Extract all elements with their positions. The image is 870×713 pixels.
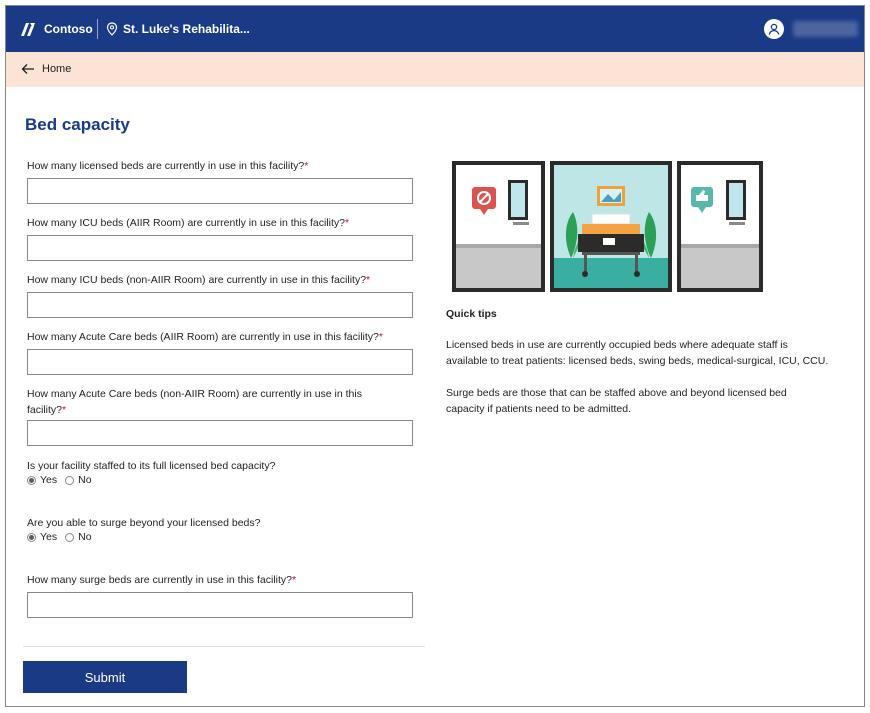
header-divider (97, 19, 98, 39)
acute-aiir-beds-input[interactable] (27, 349, 413, 375)
back-arrow-icon (21, 64, 34, 74)
question-text: How many ICU beds (AIIR Room) are curren… (27, 217, 346, 229)
question-text-line2: facility? (27, 404, 63, 416)
staffed-no-radio[interactable] (65, 475, 75, 485)
user-avatar-icon[interactable] (764, 19, 784, 39)
required-marker: * (304, 160, 309, 172)
app-frame: Contoso St. Luke's Rehabilita... Home Be… (5, 5, 865, 707)
facility-name: St. Luke's Rehabilita... (123, 22, 250, 36)
question-text: How many ICU beds (non-AIIR Room) are cu… (27, 274, 367, 286)
licensed-beds-input[interactable] (27, 178, 413, 204)
required-marker: * (345, 217, 350, 229)
question-icu-non-aiir: How many ICU beds (non-AIIR Room) are cu… (27, 272, 407, 288)
home-label: Home (42, 63, 72, 75)
tip-line: available to treat patients: licensed be… (446, 355, 829, 367)
back-home-link[interactable]: Home (21, 62, 71, 76)
question-surge-able: Are you able to surge beyond your licens… (27, 517, 261, 529)
radio-label-no: No (78, 531, 92, 543)
acute-non-aiir-beds-input[interactable] (27, 420, 413, 446)
question-icu-aiir: How many ICU beds (AIIR Room) are curren… (27, 215, 407, 231)
question-acute-non-aiir: How many Acute Care beds (non-AIIR Room)… (27, 386, 407, 418)
nav-bar: Home (6, 52, 864, 87)
form-divider (23, 646, 425, 647)
required-marker: * (366, 274, 371, 286)
tip-line: Licensed beds in use are currently occup… (446, 339, 788, 351)
radio-selected-dot (29, 534, 34, 540)
icu-non-aiir-beds-input[interactable] (27, 292, 413, 318)
question-staffed: Is your facility staffed to its full lic… (27, 460, 276, 472)
surge-beds-input[interactable] (27, 592, 413, 618)
quick-tips-title: Quick tips (446, 308, 497, 320)
top-bar: Contoso St. Luke's Rehabilita... (6, 6, 864, 52)
radio-label-no: No (78, 474, 92, 486)
radio-label-yes: Yes (40, 531, 58, 543)
question-surge-count: How many surge beds are currently in use… (27, 572, 407, 588)
surge-able-radio-group: Yes No (27, 531, 100, 543)
required-marker: * (291, 574, 297, 586)
location-pin-icon (106, 22, 118, 36)
question-acute-aiir: How many Acute Care beds (AIIR Room) are… (27, 329, 407, 345)
question-text: How many Acute Care beds (AIIR Room) are… (27, 331, 379, 343)
surge-yes-radio[interactable] (27, 532, 36, 542)
surge-no-radio[interactable] (65, 532, 75, 542)
staffed-radio-group: Yes No (27, 474, 100, 486)
required-marker: * (62, 404, 67, 416)
hospital-rooms-illustration (452, 161, 763, 292)
facility-selector[interactable]: St. Luke's Rehabilita... (106, 19, 250, 39)
submit-button[interactable]: Submit (23, 661, 187, 693)
tip-surge-beds: Surge beds are those that can be staffed… (446, 385, 856, 417)
radio-label-yes: Yes (40, 474, 58, 486)
question-licensed-beds: How many licensed beds are currently in … (27, 158, 407, 174)
page-title: Bed capacity (25, 115, 130, 134)
tip-line: Surge beds are those that can be staffed… (446, 387, 787, 399)
question-text: How many surge beds are currently in use… (27, 574, 292, 586)
question-text-line1: How many Acute Care beds (non-AIIR Room)… (27, 388, 362, 400)
required-marker: * (378, 331, 383, 343)
tip-line: capacity if patients need to be admitted… (446, 403, 632, 415)
brand[interactable]: Contoso (18, 19, 93, 39)
brand-name: Contoso (44, 22, 93, 36)
staffed-yes-radio[interactable] (27, 475, 36, 485)
user-name-redacted[interactable] (793, 21, 858, 37)
contoso-logo-icon (21, 23, 35, 36)
radio-selected-dot (29, 477, 34, 483)
tip-licensed-beds: Licensed beds in use are currently occup… (446, 337, 856, 369)
question-text: How many licensed beds are currently in … (27, 160, 305, 172)
icu-aiir-beds-input[interactable] (27, 235, 413, 261)
